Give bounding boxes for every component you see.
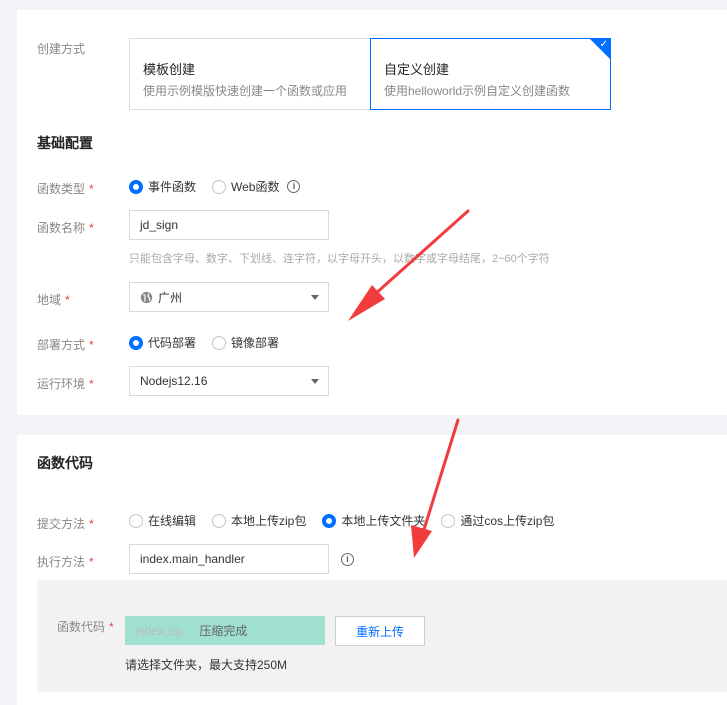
submit-method-radio-group: 在线编辑 本地上传zip包 本地上传文件夹 通过cos上传zip包 bbox=[129, 512, 570, 529]
radio-image-deploy[interactable]: 镜像部署 bbox=[212, 334, 279, 351]
function-code-label: 函数代码 * bbox=[57, 620, 114, 634]
radio-icon bbox=[129, 335, 143, 350]
function-code-title: 函数代码 bbox=[37, 455, 93, 471]
radio-event-function[interactable]: 事件函数 bbox=[129, 178, 196, 195]
radio-label: 通过cos上传zip包 bbox=[460, 514, 555, 528]
card-title: 模板创建 bbox=[143, 62, 196, 77]
radio-label: 在线编辑 bbox=[148, 514, 197, 528]
radio-code-deploy[interactable]: 代码部署 bbox=[129, 334, 196, 351]
radio-label: 本地上传文件夹 bbox=[341, 514, 426, 528]
radio-online-edit[interactable]: 在线编辑 bbox=[129, 512, 196, 529]
creation-method-label: 创建方式 bbox=[37, 42, 86, 56]
template-create-card[interactable]: 模板创建 使用示例模版快速创建一个函数或应用 bbox=[129, 38, 371, 110]
radio-local-folder[interactable]: 本地上传文件夹 bbox=[322, 512, 425, 529]
radio-icon bbox=[212, 179, 227, 194]
upload-status: 压缩完成 bbox=[199, 624, 248, 638]
globe-icon bbox=[140, 291, 153, 303]
function-name-hint: 只能包含字母、数字、下划线、连字符，以字母开头，以数字或字母结尾，2~60个字符 bbox=[129, 253, 550, 265]
radio-icon bbox=[212, 335, 227, 350]
check-icon: ✓ bbox=[599, 39, 608, 50]
card-title: 自定义创建 bbox=[384, 62, 450, 77]
radio-label: 事件函数 bbox=[148, 180, 197, 194]
function-type-radio-group: 事件函数 Web函数 i bbox=[129, 178, 301, 195]
file-name: index.zip bbox=[135, 623, 183, 638]
runtime-value: Nodejs12.16 bbox=[140, 374, 208, 388]
runtime-select[interactable]: Nodejs12.16 bbox=[129, 366, 329, 396]
card-desc: 使用示例模版快速创建一个函数或应用 bbox=[143, 84, 348, 98]
upload-progress-bar: index.zip 压缩完成 bbox=[125, 616, 325, 645]
card-desc: 使用helloworld示例自定义创建函数 bbox=[384, 84, 571, 98]
info-icon[interactable]: i bbox=[341, 553, 354, 566]
radio-icon bbox=[441, 513, 456, 528]
chevron-down-icon bbox=[311, 295, 319, 300]
radio-local-zip[interactable]: 本地上传zip包 bbox=[212, 512, 306, 529]
custom-create-card[interactable]: 自定义创建 使用helloworld示例自定义创建函数 ✓ bbox=[370, 38, 611, 110]
region-select[interactable]: 广州 bbox=[129, 282, 329, 312]
info-icon[interactable]: i bbox=[287, 180, 301, 193]
chevron-down-icon bbox=[311, 379, 319, 384]
region-value: 广州 bbox=[158, 290, 183, 305]
reupload-button[interactable]: 重新上传 bbox=[335, 616, 425, 646]
radio-icon bbox=[129, 179, 143, 194]
deploy-mode-label: 部署方式 * bbox=[37, 338, 94, 352]
radio-label: Web函数 bbox=[231, 180, 280, 194]
radio-icon bbox=[322, 513, 337, 528]
radio-label: 本地上传zip包 bbox=[231, 514, 307, 528]
runtime-label: 运行环境 * bbox=[37, 377, 94, 391]
submit-method-label: 提交方法 * bbox=[37, 517, 94, 531]
radio-icon bbox=[212, 513, 227, 528]
function-name-input[interactable]: jd_sign bbox=[129, 210, 329, 240]
radio-icon bbox=[129, 513, 143, 528]
handler-label: 执行方法 * bbox=[37, 555, 94, 569]
radio-label: 镜像部署 bbox=[231, 336, 280, 350]
radio-web-function[interactable]: Web函数 bbox=[212, 178, 279, 195]
upload-note: 请选择文件夹，最大支持250M bbox=[125, 658, 288, 672]
function-type-label: 函数类型 * bbox=[37, 182, 94, 196]
function-name-label: 函数名称 * bbox=[37, 221, 94, 235]
basic-config-title: 基础配置 bbox=[37, 135, 93, 151]
region-label: 地域 * bbox=[37, 293, 70, 307]
handler-input[interactable]: index.main_handler bbox=[129, 544, 329, 574]
deploy-mode-radio-group: 代码部署 镜像部署 bbox=[129, 334, 295, 351]
radio-label: 代码部署 bbox=[148, 336, 197, 350]
radio-cos-zip[interactable]: 通过cos上传zip包 bbox=[441, 512, 554, 529]
